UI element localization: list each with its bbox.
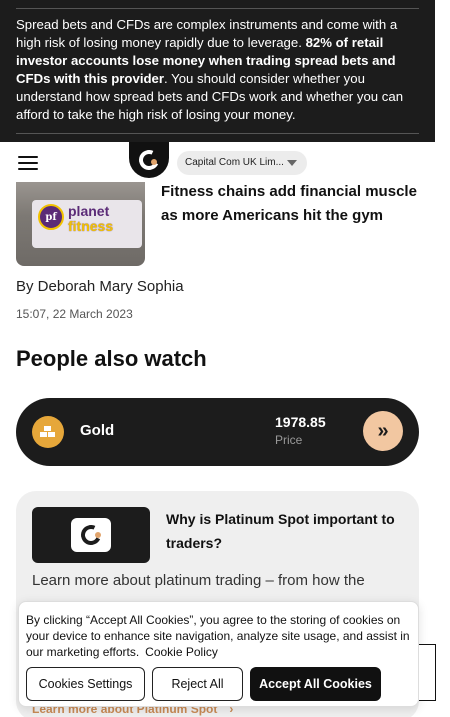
side-widget-edge[interactable]: [419, 644, 436, 701]
logo-c-icon: [136, 147, 162, 173]
info-card-title[interactable]: Why is Platinum Spot important to trader…: [166, 507, 411, 555]
article-thumbnail[interactable]: pf planet fitness: [16, 182, 145, 266]
risk-warning-banner: Spread bets and CFDs are complex instrum…: [0, 0, 435, 142]
reject-all-button[interactable]: Reject All: [152, 667, 243, 701]
capital-com-card-logo: [32, 507, 150, 563]
market-row-gold[interactable]: Gold 1978.85 Price »: [16, 398, 419, 466]
logo-line-1: planet: [68, 203, 110, 219]
double-chevron-right-icon[interactable]: »: [363, 411, 403, 451]
logo-line-2: fitness: [68, 218, 114, 234]
cookie-policy-link[interactable]: Cookie Policy: [145, 645, 218, 659]
risk-warning-text: Spread bets and CFDs are complex instrum…: [16, 16, 419, 124]
article-date: 15:07, 22 March 2023: [16, 307, 133, 321]
cookies-settings-button[interactable]: Cookies Settings: [26, 667, 145, 701]
info-card-description: Learn more about platinum trading – from…: [32, 572, 365, 589]
market-price-caption: Price: [275, 433, 303, 447]
entity-selector[interactable]: Capital Com UK Lim...: [177, 151, 307, 175]
cookie-consent-text: By clicking “Accept All Cookies”, you ag…: [26, 612, 411, 660]
accept-all-cookies-button[interactable]: Accept All Cookies: [250, 667, 381, 701]
entity-selector-label: Capital Com UK Lim...: [185, 157, 284, 168]
cookie-consent-banner: By clicking “Accept All Cookies”, you ag…: [18, 601, 419, 707]
divider: [16, 8, 419, 9]
capital-com-logo[interactable]: [129, 142, 169, 178]
market-name: Gold: [80, 422, 115, 439]
logo-dot: [151, 159, 157, 165]
section-title: People also watch: [16, 346, 207, 371]
market-price: 1978.85: [275, 414, 326, 430]
planet-fitness-logo-text: planet fitness: [68, 204, 113, 234]
caret-down-icon: [287, 160, 297, 166]
article-author: By Deborah Mary Sophia: [16, 278, 184, 295]
planet-fitness-logo-mark: pf: [38, 204, 64, 230]
hamburger-menu-icon[interactable]: [18, 156, 38, 170]
article-title-link[interactable]: Fitness chains add financial muscle as m…: [161, 180, 421, 228]
gold-bars-icon: [32, 416, 64, 448]
divider: [16, 133, 419, 134]
site-header: Capital Com UK Lim...: [0, 142, 435, 182]
